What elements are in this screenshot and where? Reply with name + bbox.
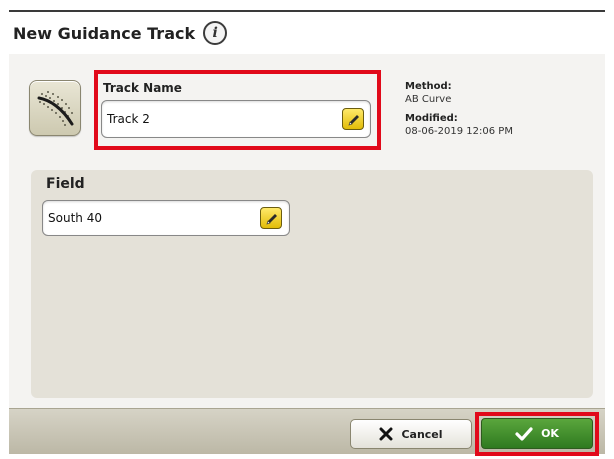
field-edit-button[interactable]: [260, 207, 282, 229]
ok-label: OK: [541, 427, 559, 440]
modified-label: Modified:: [405, 113, 458, 124]
method-value: AB Curve: [405, 94, 452, 105]
dialog-title-bar: New Guidance Track i: [9, 10, 605, 54]
dialog-footer: Cancel OK: [9, 408, 605, 456]
modified-value: 08-06-2019 12:06 PM: [405, 126, 513, 137]
info-icon[interactable]: i: [203, 21, 228, 45]
track-name-label: Track Name: [103, 81, 182, 95]
track-name-value: Track 2: [107, 112, 150, 126]
field-panel: Field South 40: [31, 170, 593, 398]
field-value: South 40: [48, 211, 102, 225]
track-type-button[interactable]: [29, 80, 81, 136]
cancel-label: Cancel: [401, 427, 443, 441]
track-metadata: Method: AB Curve Modified: 08-06-2019 12…: [405, 80, 513, 138]
track-name-input[interactable]: Track 2: [101, 100, 371, 138]
ab-curve-track-icon: [37, 91, 74, 126]
dialog-content: Track Name Track 2 Method: AB Curve Modi…: [9, 54, 605, 408]
close-icon: [379, 427, 393, 441]
cancel-button[interactable]: Cancel: [350, 419, 472, 449]
checkmark-icon: [515, 426, 533, 441]
pencil-icon: [348, 115, 359, 126]
method-label: Method:: [405, 81, 452, 92]
ok-button[interactable]: OK: [481, 418, 593, 449]
track-name-edit-button[interactable]: [342, 108, 364, 130]
field-input[interactable]: South 40: [42, 200, 290, 236]
field-title: Field: [46, 176, 85, 192]
new-guidance-track-dialog: New Guidance Track i Track Name Track 2 …: [0, 0, 614, 459]
pencil-icon: [266, 214, 277, 225]
dialog-title: New Guidance Track: [13, 23, 196, 43]
